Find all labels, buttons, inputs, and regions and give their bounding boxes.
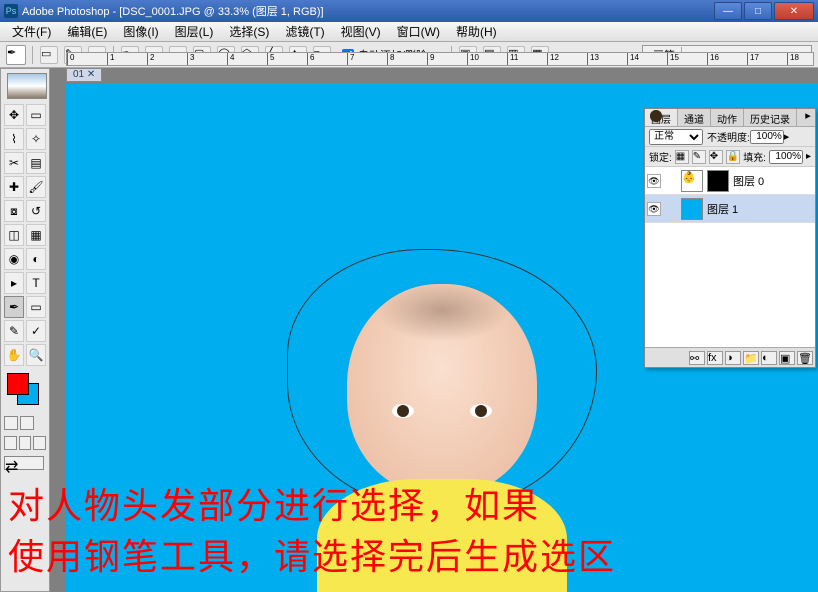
minimize-button[interactable]: — (714, 2, 742, 20)
gradient-tool[interactable]: ▦ (26, 224, 46, 246)
blend-opacity-row: 正常 不透明度: ▸ (645, 127, 815, 147)
window-buttons: — □ ✕ (714, 2, 814, 20)
screen-full[interactable] (33, 436, 46, 450)
close-button[interactable]: ✕ (774, 2, 814, 20)
opacity-label: 不透明度: (707, 129, 750, 144)
baby-eye-left (392, 404, 414, 418)
panel-menu-icon[interactable]: ▸ (801, 109, 815, 126)
visibility-icon[interactable]: 👁 (647, 202, 661, 216)
blur-tool[interactable]: ◉ (4, 248, 24, 270)
lock-position-icon[interactable]: ✥ (709, 150, 723, 164)
path-select-tool[interactable]: ▸ (4, 272, 24, 294)
tab-channels[interactable]: 通道 (678, 109, 711, 126)
tab-history[interactable]: 历史记录 (744, 109, 797, 126)
jump-to-imageready[interactable]: ⇄ (3, 455, 47, 471)
lock-fill-row: 锁定: ▦ ✎ ✥ 🔒 填充: ▸ (645, 147, 815, 167)
menu-select[interactable]: 选择(S) (221, 23, 277, 40)
slice-tool[interactable]: ▤ (26, 152, 46, 174)
menu-help[interactable]: 帮助(H) (448, 23, 505, 40)
opacity-input[interactable] (750, 130, 784, 144)
lasso-tool[interactable]: ⌇ (4, 128, 24, 150)
baby-image (347, 284, 537, 494)
horizontal-ruler: 01234567891011121314151617181920212223 (66, 52, 814, 66)
screen-mode-buttons (3, 435, 47, 451)
layer-thumbnail[interactable] (681, 198, 703, 220)
window-title: Adobe Photoshop - [DSC_0001.JPG @ 33.3% … (22, 3, 714, 19)
new-layer-icon[interactable]: ▣ (779, 351, 795, 365)
magic-wand-tool[interactable]: ✧ (26, 128, 46, 150)
maximize-button[interactable]: □ (744, 2, 772, 20)
standard-mode[interactable] (4, 416, 18, 430)
lock-pixels-icon[interactable]: ✎ (692, 150, 706, 164)
eraser-tool[interactable]: ◫ (4, 224, 24, 246)
tab-actions[interactable]: 动作 (711, 109, 744, 126)
color-swatches (3, 371, 47, 411)
fill-label: 填充: (743, 149, 766, 164)
dodge-tool[interactable]: ◐ (26, 248, 46, 270)
navigator-thumb[interactable] (7, 73, 47, 99)
document-tab[interactable]: 01 ✕ (66, 68, 102, 82)
link-layers-icon[interactable]: ⚯ (689, 351, 705, 365)
menu-image[interactable]: 图像(I) (115, 23, 166, 40)
screen-standard[interactable] (4, 436, 17, 450)
path-mode-shape[interactable]: ▭ (40, 46, 58, 64)
zoom-tool[interactable]: 🔍 (26, 344, 46, 366)
delete-layer-icon[interactable]: 🗑 (797, 351, 813, 365)
layer-thumbnail[interactable]: 👶 (681, 170, 703, 192)
panel-tabs: 图层 通道 动作 历史记录 ▸ (645, 109, 815, 127)
hand-tool[interactable]: ✋ (4, 344, 24, 366)
instruction-overlay: 对人物头发部分进行选择，如果 使用钢笔工具，请选择完后生成选区 (8, 481, 616, 582)
history-brush-tool[interactable]: ↺ (26, 200, 46, 222)
fill-flyout-icon[interactable]: ▸ (806, 151, 811, 162)
pen-tool[interactable]: ✒ (4, 296, 24, 318)
layers-panel[interactable]: 图层 通道 动作 历史记录 ▸ 正常 不透明度: ▸ 锁定: ▦ ✎ ✥ 🔒 填… (644, 108, 816, 368)
screen-full-menu[interactable] (19, 436, 32, 450)
eyedropper-tool[interactable]: ✓ (26, 320, 46, 342)
stamp-tool[interactable]: ⧇ (4, 200, 24, 222)
blend-mode-select[interactable]: 正常 (649, 129, 703, 145)
app-icon: Ps (4, 4, 18, 18)
new-folder-icon[interactable]: 📁 (743, 351, 759, 365)
layer-style-icon[interactable]: fx (707, 351, 723, 365)
current-tool-icon[interactable]: ✒ (6, 45, 26, 65)
layer-mask-icon[interactable]: ◑ (725, 351, 741, 365)
layers-bottom-bar: ⚯ fx ◑ 📁 ◐ ▣ 🗑 (645, 347, 815, 367)
visibility-icon[interactable]: 👁 (647, 174, 661, 188)
crop-tool[interactable]: ✂ (4, 152, 24, 174)
adjustment-layer-icon[interactable]: ◐ (761, 351, 777, 365)
notes-tool[interactable]: ✎ (4, 320, 24, 342)
lock-all-icon[interactable]: 🔒 (726, 150, 740, 164)
baby-eye-right (470, 404, 492, 418)
lock-label: 锁定: (649, 149, 672, 164)
fill-input[interactable] (769, 150, 803, 164)
layer-name[interactable]: 图层 0 (733, 173, 764, 189)
layer-list: 👁 👶 ◐ 图层 0 👁 图层 1 (645, 167, 815, 347)
menu-filter[interactable]: 滤镜(T) (277, 23, 332, 40)
move-tool[interactable]: ✥ (4, 104, 24, 126)
layer-row-1[interactable]: 👁 图层 1 (645, 195, 815, 223)
brush-tool[interactable]: 🖌 (26, 176, 46, 198)
layer-row-0[interactable]: 👁 👶 ◐ 图层 0 (645, 167, 815, 195)
menu-layer[interactable]: 图层(L) (167, 23, 222, 40)
quickmask-mode[interactable] (20, 416, 34, 430)
marquee-tool[interactable]: ▭ (26, 104, 46, 126)
opacity-flyout-icon[interactable]: ▸ (784, 130, 790, 143)
menu-bar: 文件(F) 编辑(E) 图像(I) 图层(L) 选择(S) 滤镜(T) 视图(V… (0, 22, 818, 42)
layer-mask-thumbnail[interactable]: ◐ (707, 170, 729, 192)
lock-transparent-icon[interactable]: ▦ (675, 150, 689, 164)
baby-head (347, 284, 537, 494)
foreground-color[interactable] (7, 373, 29, 395)
menu-file[interactable]: 文件(F) (4, 23, 59, 40)
type-tool[interactable]: T (26, 272, 46, 294)
layer-name[interactable]: 图层 1 (707, 201, 738, 217)
menu-view[interactable]: 视图(V) (333, 23, 389, 40)
healing-tool[interactable]: ✚ (4, 176, 24, 198)
menu-edit[interactable]: 编辑(E) (59, 23, 115, 40)
menu-window[interactable]: 窗口(W) (389, 23, 448, 40)
title-bar: Ps Adobe Photoshop - [DSC_0001.JPG @ 33.… (0, 0, 818, 22)
shape-tool[interactable]: ▭ (26, 296, 46, 318)
edit-mode-buttons (3, 415, 47, 431)
